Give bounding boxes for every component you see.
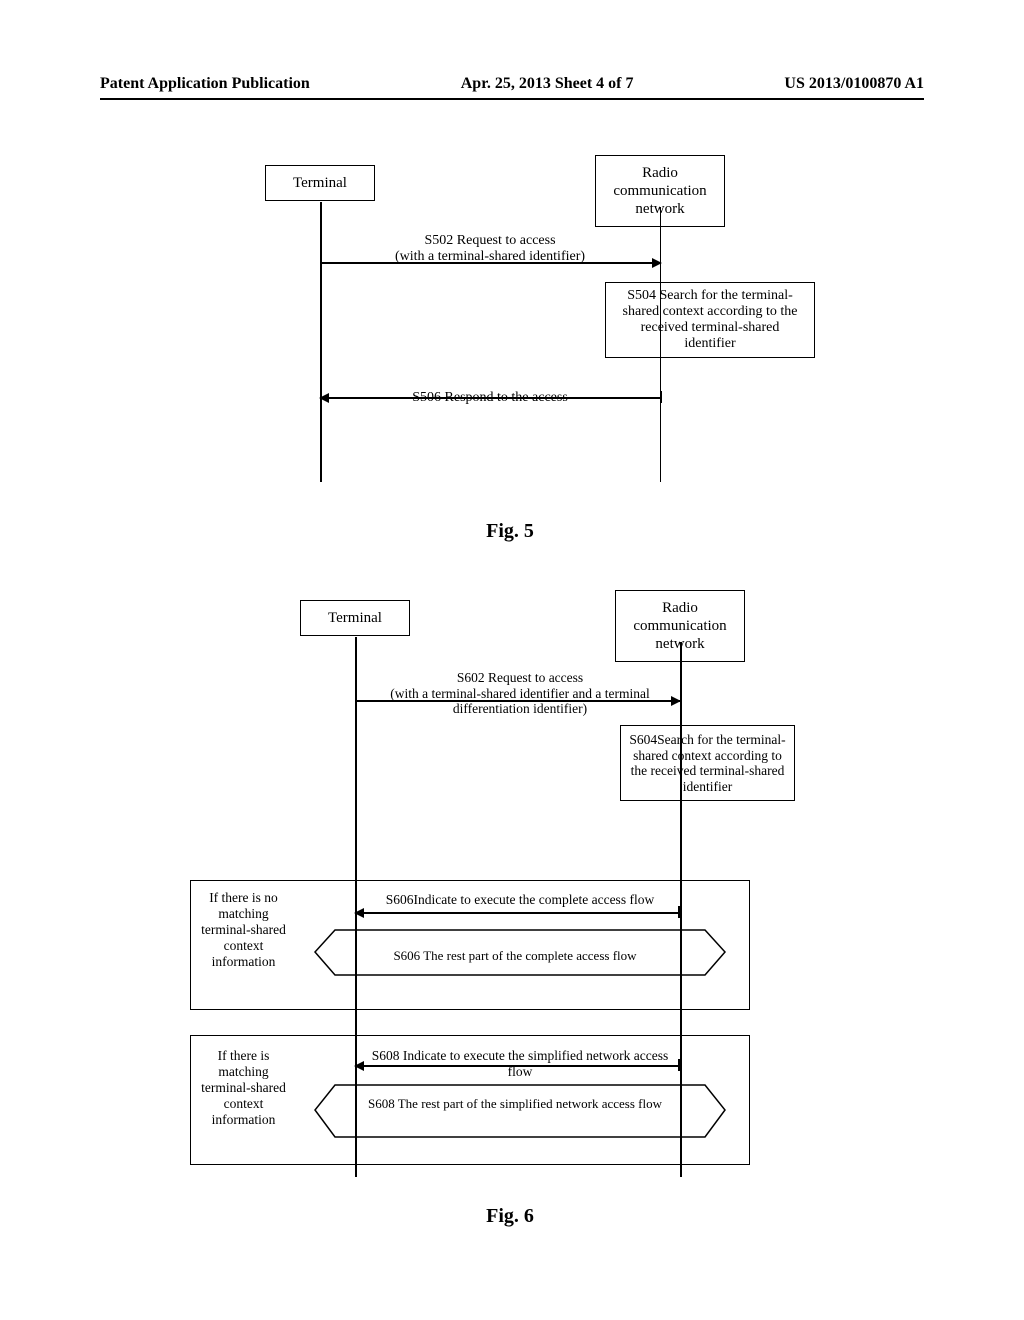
s608-rest-label: S608 The rest part of the simplified net… xyxy=(340,1096,690,1112)
s608-tick xyxy=(678,1059,680,1071)
s608-label: S608 Indicate to execute the simplified … xyxy=(370,1048,670,1079)
s504-note-box: S504 Search for the terminal-shared cont… xyxy=(605,282,815,358)
s606-arrow xyxy=(355,912,680,914)
s606-rest-label: S606 The rest part of the complete acces… xyxy=(340,948,690,964)
s602-arrow xyxy=(355,700,680,702)
s604-note-box: S604Search for the terminal-shared conte… xyxy=(620,725,795,801)
figure-6-caption: Fig. 6 xyxy=(190,1205,830,1228)
figure-5-caption: Fig. 5 xyxy=(245,520,775,543)
s502-label: S502 Request to access(with a terminal-s… xyxy=(340,233,640,265)
terminal-actor-box: Terminal xyxy=(265,165,375,201)
no-match-group-label: If there is no matching terminal-shared … xyxy=(196,890,291,970)
s502-arrow xyxy=(320,262,661,264)
s606-tick xyxy=(678,906,680,918)
s506-tick xyxy=(661,391,663,403)
header-right: US 2013/0100870 A1 xyxy=(784,75,924,93)
page-header: Patent Application Publication Apr. 25, … xyxy=(0,75,1024,93)
terminal-actor-box: Terminal xyxy=(300,600,410,636)
s606-label: S606Indicate to execute the complete acc… xyxy=(370,892,670,908)
header-left: Patent Application Publication xyxy=(100,75,310,93)
header-center: Apr. 25, 2013 Sheet 4 of 7 xyxy=(461,75,634,93)
header-divider xyxy=(100,98,924,100)
match-group-label: If there is matching terminal-shared con… xyxy=(196,1048,291,1128)
s502-tick xyxy=(320,256,322,268)
s602-tick xyxy=(355,694,357,706)
terminal-lifeline xyxy=(320,202,322,482)
s608-arrow xyxy=(355,1065,680,1067)
s506-arrow xyxy=(320,397,661,399)
s602-label: S602 Request to access(with a terminal-s… xyxy=(365,670,675,717)
